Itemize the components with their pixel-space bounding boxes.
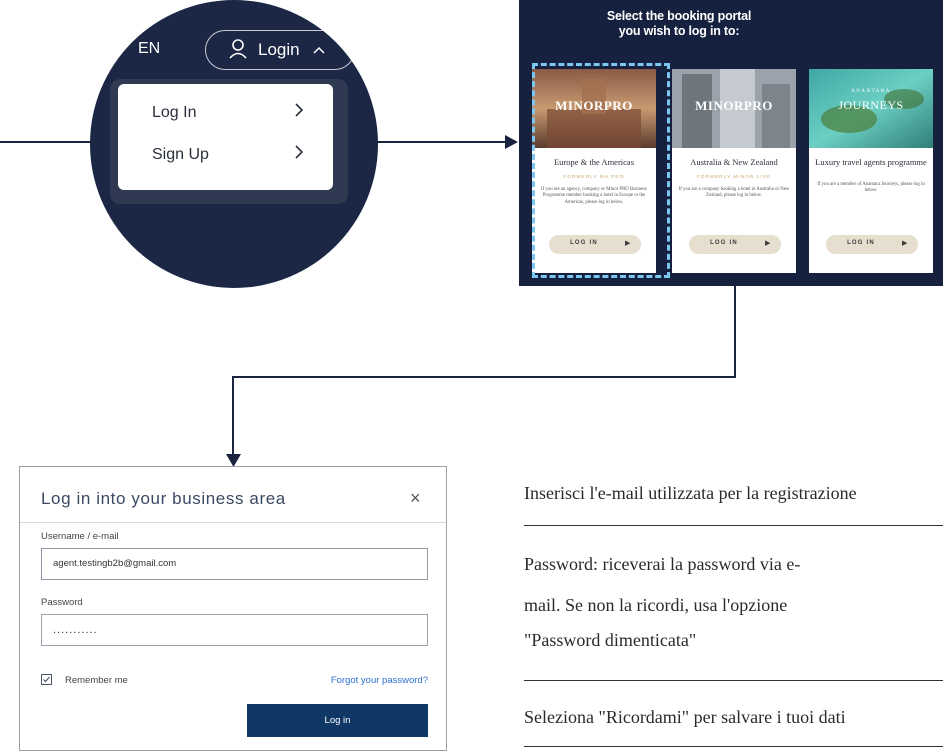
username-label: Username / e-mail	[41, 531, 119, 542]
log-in-button-label: LOG IN	[710, 240, 738, 246]
remember-me-label: Remember me	[65, 675, 128, 686]
brand-logo-top: ANANTARA	[851, 89, 891, 94]
modal-divider	[20, 522, 446, 523]
log-in-button-label: LOG IN	[847, 240, 875, 246]
user-icon	[228, 38, 248, 65]
portal-title-line-1: Select the booking portal	[606, 9, 752, 23]
chevron-right-icon	[293, 143, 305, 167]
instruction-step-2-line-3: "Password dimenticata"	[524, 630, 697, 650]
card-title: Luxury travel agents programme	[815, 157, 927, 167]
portal-title-line-2: you wish to log in to:	[618, 24, 740, 38]
menu-item-sign-up[interactable]: Sign Up	[152, 146, 209, 164]
checkmark-icon	[43, 676, 50, 683]
connector-line	[232, 376, 234, 456]
card-description: If you are a member of Anantara Journeys…	[817, 182, 925, 194]
log-in-button[interactable]: LOG IN ▶	[689, 235, 781, 254]
log-in-button[interactable]: LOG IN ▶	[826, 235, 918, 254]
connector-line	[0, 141, 92, 143]
arrow-right-icon	[505, 135, 518, 149]
forgot-password-link[interactable]: Forgot your password?	[331, 675, 428, 686]
login-modal: Log in into your business area × Usernam…	[19, 466, 447, 751]
chevron-right-icon	[293, 101, 305, 125]
instruction-step-2-line-2: mail. Se non la ricordi, usa l'opzione	[524, 595, 788, 615]
instruction-divider	[524, 680, 943, 681]
connector-line	[232, 376, 736, 378]
login-label[interactable]: Login	[258, 40, 300, 60]
brand-logo: JOURNEYS	[838, 98, 904, 112]
portal-card-australia-nz[interactable]: MINORPRO Australia & New Zealand FORMERL…	[672, 69, 796, 273]
login-dropdown-menu: Log In Sign Up	[118, 84, 333, 190]
log-in-submit-button[interactable]: Log in	[247, 704, 428, 737]
card-description: If you are a company booking a hotel in …	[678, 187, 790, 199]
zoomed-header-circle: EN Login Log In Sign Up	[90, 0, 378, 288]
instruction-step-2-line-1: Password: riceverai la password via e-	[524, 554, 801, 574]
connector-line	[734, 286, 736, 378]
close-icon[interactable]: ×	[410, 488, 421, 509]
instruction-divider	[524, 525, 943, 526]
instruction-step-3: Seleziona "Ricordami" per salvare i tuoi…	[524, 707, 846, 727]
card-title: Australia & New Zealand	[690, 157, 778, 167]
menu-item-log-in[interactable]: Log In	[152, 104, 196, 122]
password-label: Password	[41, 597, 83, 608]
play-arrow-icon: ▶	[902, 240, 908, 247]
language-selector[interactable]: EN	[138, 40, 160, 58]
instruction-step-1: Inserisci l'e-mail utilizzata per la reg…	[524, 483, 857, 503]
portal-card-luxury-agents[interactable]: ANANTARA JOURNEYS Luxury travel agents p…	[809, 69, 933, 273]
selected-card-highlight	[532, 63, 670, 278]
brand-logo: MINORPRO	[695, 98, 773, 113]
remember-me-checkbox[interactable]	[41, 674, 52, 685]
password-input[interactable]: ...........	[41, 614, 428, 646]
play-arrow-icon: ▶	[765, 240, 771, 247]
card-subtitle: FORMERLY MINOR LIVE	[696, 175, 772, 180]
chevron-up-icon	[312, 44, 326, 58]
modal-title: Log in into your business area	[41, 489, 286, 508]
connector-line	[376, 141, 508, 143]
username-input[interactable]: agent.testingb2b@gmail.com	[41, 548, 428, 580]
instruction-divider	[524, 746, 943, 747]
